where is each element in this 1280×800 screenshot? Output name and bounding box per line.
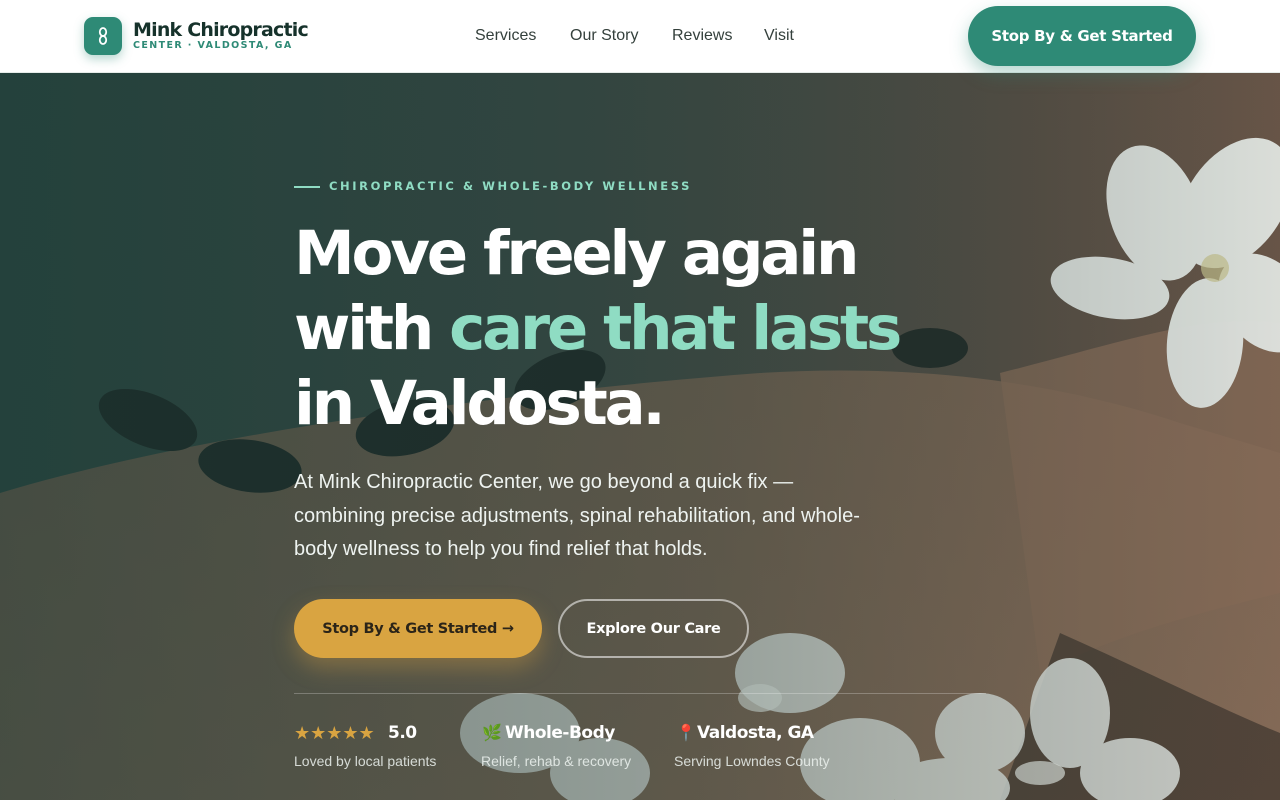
- nav-link-our-story[interactable]: Our Story: [570, 27, 638, 45]
- star-icon: ★★★★★: [294, 723, 375, 744]
- rating-label: Loved by local patients: [294, 753, 437, 769]
- site-header: Mink Chiropractic CENTER · VALDOSTA, GA …: [0, 0, 1280, 73]
- location-value: Valdosta, GA: [697, 723, 814, 743]
- eyebrow-rule: [294, 186, 320, 188]
- hero-eyebrow: CHIROPRACTIC & WHOLE-BODY WELLNESS: [329, 179, 692, 193]
- whole-body-label: Relief, rehab & recovery: [481, 753, 632, 769]
- leaf-icon: 🌿: [482, 723, 502, 742]
- hero-description: At Mink Chiropractic Center, we go beyon…: [294, 471, 860, 560]
- rating-value: 5.0: [388, 723, 417, 743]
- hero-headline: Move freely again with care that lasts i…: [294, 216, 994, 441]
- stats-divider: [294, 693, 986, 694]
- nav-link-services[interactable]: Services: [475, 27, 536, 45]
- headline-line-1: Move freely again: [294, 218, 859, 289]
- brand-name[interactable]: Mink Chiropractic: [133, 19, 309, 41]
- header-get-started-button[interactable]: Stop By & Get Started: [968, 6, 1196, 66]
- hero-section: CHIROPRACTIC & WHOLE-BODY WELLNESS Move …: [0, 73, 1280, 800]
- spine-icon[interactable]: [84, 17, 122, 55]
- nav-link-reviews[interactable]: Reviews: [672, 27, 732, 45]
- brand-tagline: CENTER · VALDOSTA, GA: [133, 40, 293, 51]
- headline-line-3: in Valdosta.: [294, 368, 666, 439]
- get-started-button[interactable]: Stop By & Get Started →: [294, 599, 542, 658]
- location-label: Serving Lowndes County: [674, 753, 830, 769]
- headline-line-2-prefix: with: [294, 293, 450, 364]
- whole-body-value: Whole-Body: [505, 723, 615, 743]
- nav-link-visit[interactable]: Visit: [764, 27, 794, 45]
- headline-accent: care that lasts: [449, 293, 902, 364]
- map-pin-icon: 📍: [676, 723, 696, 742]
- explore-care-button[interactable]: Explore Our Care: [558, 599, 749, 658]
